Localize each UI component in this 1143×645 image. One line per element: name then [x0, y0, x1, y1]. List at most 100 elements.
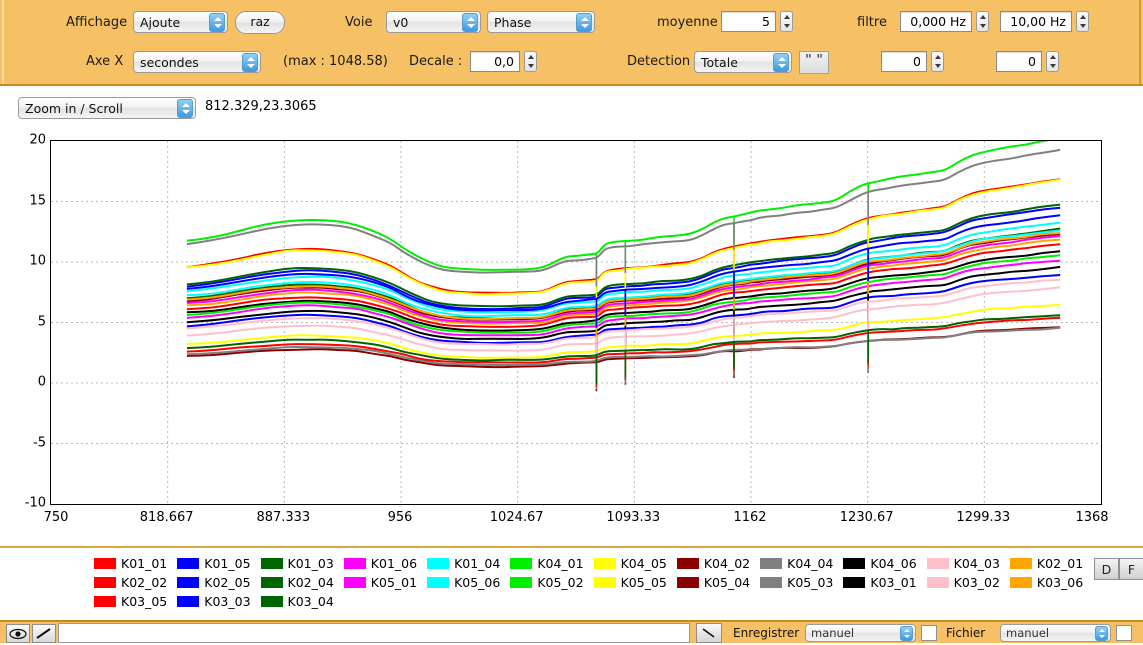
voie-label: Voie — [345, 15, 373, 30]
enregistrer-checkbox[interactable] — [921, 625, 937, 641]
legend-label: K03_03 — [204, 594, 251, 609]
affichage-value: Ajoute — [140, 15, 181, 30]
legend-item[interactable]: K01_05 — [177, 556, 251, 571]
filtre-low-stepper[interactable] — [976, 11, 989, 32]
arrow-icon[interactable] — [696, 623, 722, 643]
legend-item[interactable]: K04_06 — [843, 556, 917, 571]
legend-color-swatch — [926, 577, 949, 588]
affichage-select[interactable]: Ajoute — [133, 11, 228, 33]
chevron-updown-icon — [1095, 626, 1108, 641]
bottom-bar: Enregistrer manuel Fichier manuel — [0, 620, 1143, 643]
legend-label: K05_05 — [620, 575, 667, 590]
legend-color-swatch — [676, 558, 699, 569]
eye-icon[interactable] — [6, 624, 30, 643]
legend-label: K05_03 — [787, 575, 834, 590]
d-button[interactable]: D — [1094, 558, 1119, 580]
legend-color-swatch — [760, 577, 783, 588]
legend-item[interactable]: K03_02 — [926, 575, 1000, 590]
legend-item[interactable]: K04_05 — [593, 556, 667, 571]
chevron-updown-icon — [773, 53, 789, 72]
x-axis-tick: 956 — [387, 510, 413, 525]
legend-label: K04_05 — [620, 556, 667, 571]
extra-left-stepper[interactable] — [931, 51, 944, 72]
legend-label: K02_05 — [204, 575, 251, 590]
raz-button[interactable]: raz — [235, 11, 285, 34]
legend-item[interactable]: K05_04 — [676, 575, 750, 590]
legend-item[interactable]: K01_04 — [427, 556, 500, 571]
max-label: (max : 1048.58) — [283, 54, 388, 69]
legend-color-swatch — [94, 577, 116, 588]
legend-label: K02_04 — [287, 575, 334, 590]
legend-item[interactable]: K01_03 — [260, 556, 334, 571]
enregistrer-select[interactable]: manuel — [805, 624, 916, 642]
detection-select[interactable]: Totale — [694, 51, 792, 73]
zoom-mode-value: Zoom in / Scroll — [25, 101, 123, 116]
legend-label: K03_01 — [870, 575, 917, 590]
pen-icon[interactable] — [32, 624, 56, 643]
quote-button[interactable]: " " — [799, 51, 829, 74]
legend-item[interactable]: K05_05 — [593, 575, 667, 590]
y-axis-tick: 15 — [29, 193, 46, 208]
raz-label: raz — [250, 14, 270, 29]
legend-item[interactable]: K05_02 — [510, 575, 584, 590]
legend-label: K01_06 — [370, 556, 418, 571]
phase-select[interactable]: Phase — [487, 11, 595, 33]
legend-color-swatch — [510, 558, 533, 569]
fichier-checkbox[interactable] — [1116, 625, 1132, 641]
decale-stepper[interactable] — [524, 51, 537, 72]
fichier-select[interactable]: manuel — [1000, 624, 1111, 642]
chevron-updown-icon — [209, 13, 225, 32]
extra-right-input[interactable]: 0 — [996, 51, 1042, 72]
series-line — [186, 148, 1061, 274]
filtre-high-input[interactable]: 10,00 Hz — [1000, 11, 1072, 32]
voie-select[interactable]: v0 — [386, 11, 481, 33]
legend-item[interactable]: K02_01 — [1009, 556, 1083, 571]
plot-canvas[interactable] — [50, 137, 1102, 505]
chevron-updown-icon — [900, 626, 913, 641]
legend-item[interactable]: K03_06 — [1009, 575, 1083, 590]
legend-item[interactable]: K03_04 — [260, 594, 334, 609]
legend-item[interactable]: K02_02 — [94, 575, 167, 590]
legend-label: K04_04 — [787, 556, 834, 571]
legend-color-swatch — [676, 577, 699, 588]
enregistrer-label: Enregistrer — [733, 626, 800, 640]
legend-item[interactable]: K03_01 — [843, 575, 917, 590]
legend-color-swatch — [427, 577, 450, 588]
legend-color-swatch — [1009, 558, 1032, 569]
legend-item[interactable]: K01_01 — [94, 556, 167, 571]
extra-left-input[interactable]: 0 — [881, 51, 927, 72]
moyenne-label: moyenne — [657, 15, 718, 30]
legend-label: K04_06 — [870, 556, 917, 571]
x-axis-tick: 818.667 — [139, 510, 194, 525]
decale-value: 0,0 — [494, 54, 514, 69]
legend-item[interactable]: K04_02 — [676, 556, 750, 571]
filtre-high-stepper[interactable] — [1076, 11, 1089, 32]
legend-color-swatch — [1009, 577, 1032, 588]
legend-item[interactable]: K05_01 — [343, 575, 417, 590]
x-axis-labels: 750 818.667 887.333 956 1024.67 1093.33 1162 12… — [0, 510, 1143, 534]
legend-item[interactable]: K05_06 — [427, 575, 500, 590]
decale-input[interactable]: 0,0 — [470, 51, 520, 72]
legend: K01_01 K01_05 K01_03 K01_06 K01_04 K04_01 K04_… — [0, 546, 1143, 620]
legend-item[interactable]: K03_05 — [94, 594, 167, 609]
legend-item[interactable]: K03_03 — [177, 594, 251, 609]
legend-item[interactable]: K04_03 — [926, 556, 1000, 571]
extra-right-stepper[interactable] — [1046, 51, 1059, 72]
legend-item[interactable]: K01_06 — [343, 556, 418, 571]
moyenne-input[interactable]: 5 — [721, 11, 776, 32]
legend-label: K04_03 — [953, 556, 1000, 571]
f-button[interactable]: F — [1119, 558, 1143, 580]
zoom-mode-select[interactable]: Zoom in / Scroll — [18, 97, 196, 119]
path-input[interactable] — [58, 623, 690, 643]
legend-item[interactable]: K02_05 — [177, 575, 251, 590]
legend-item[interactable]: K04_04 — [760, 556, 833, 571]
axex-label: Axe X — [86, 54, 124, 69]
moyenne-stepper[interactable] — [780, 11, 793, 32]
filtre-low-input[interactable]: 0,000 Hz — [900, 11, 972, 32]
legend-buttons: D F — [1094, 558, 1143, 580]
phase-value: Phase — [494, 15, 532, 30]
legend-item[interactable]: K02_04 — [260, 575, 334, 590]
legend-item[interactable]: K04_01 — [510, 556, 584, 571]
legend-item[interactable]: K05_03 — [760, 575, 833, 590]
axex-select[interactable]: secondes — [133, 51, 261, 73]
